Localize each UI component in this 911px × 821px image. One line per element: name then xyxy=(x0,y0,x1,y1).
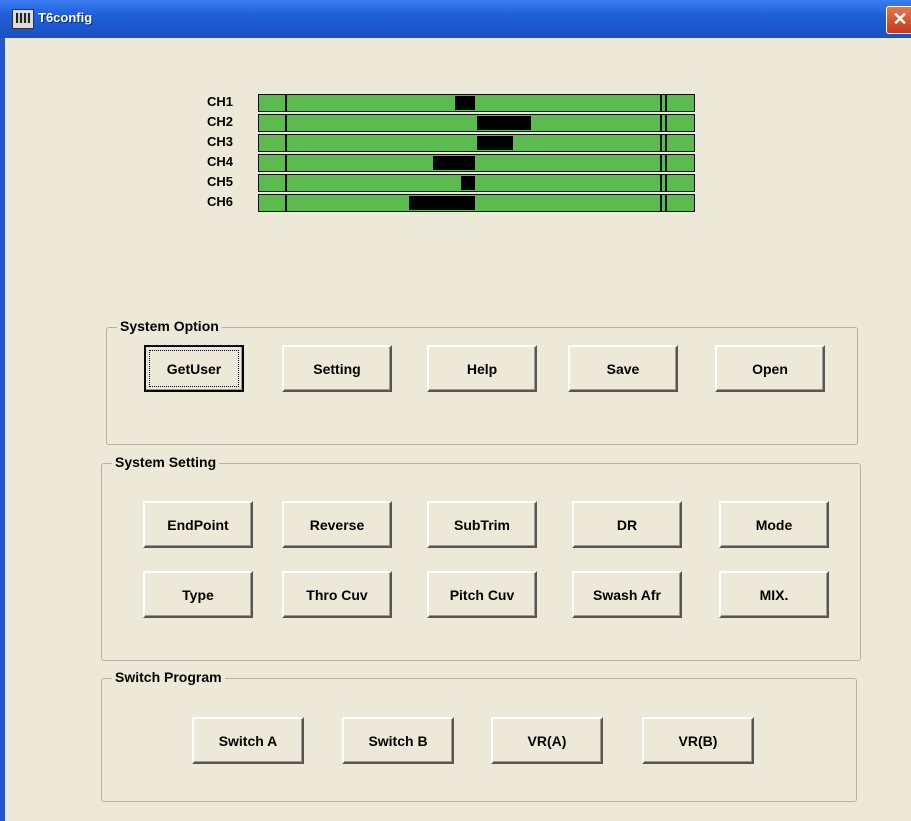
app-icon[interactable] xyxy=(12,9,34,29)
open-button[interactable]: Open xyxy=(715,345,825,392)
system-option-group: System Option GetUser Setting Help Save … xyxy=(106,318,858,445)
close-button[interactable]: ✕ xyxy=(886,6,911,34)
channel-bar-ch6 xyxy=(258,194,695,212)
channel-endpoint-marker xyxy=(660,95,662,111)
channel-position-indicator xyxy=(477,136,513,150)
channel-endpoint-marker xyxy=(665,195,667,211)
window-client-area: CH1 CH2 CH3 CH4 CH5 CH6 System Option Ge… xyxy=(5,38,911,821)
getuser-button[interactable]: GetUser xyxy=(144,345,244,392)
channel-endpoint-marker xyxy=(660,135,662,151)
channel-endpoint-marker xyxy=(660,175,662,191)
endpoint-button[interactable]: EndPoint xyxy=(143,501,253,548)
vr-a-button[interactable]: VR(A) xyxy=(491,717,603,764)
channel-position-indicator xyxy=(477,116,531,130)
channel-endpoint-marker xyxy=(285,195,287,211)
channel-label-ch6: CH6 xyxy=(207,194,234,209)
channel-position-indicator xyxy=(461,176,475,190)
channel-endpoint-marker xyxy=(285,115,287,131)
channel-bar-ch1 xyxy=(258,94,695,112)
switch-b-button[interactable]: Switch B xyxy=(342,717,454,764)
window-title: T6config xyxy=(38,10,93,25)
channel-label-ch4: CH4 xyxy=(207,154,234,169)
switch-program-group: Switch Program Switch A Switch B VR(A) V… xyxy=(101,669,857,802)
thro-cuv-button[interactable]: Thro Cuv xyxy=(282,571,392,618)
channel-endpoint-marker xyxy=(660,195,662,211)
channel-endpoint-marker xyxy=(665,95,667,111)
channel-endpoint-marker xyxy=(665,175,667,191)
channel-position-indicator xyxy=(433,156,475,170)
group-title: Switch Program xyxy=(112,669,225,685)
channel-label-ch2: CH2 xyxy=(207,114,234,129)
channel-label-ch1: CH1 xyxy=(207,94,234,109)
channel-endpoint-marker xyxy=(665,115,667,131)
group-title: System Setting xyxy=(112,454,220,470)
channel-endpoint-marker xyxy=(665,155,667,171)
channel-label-ch3: CH3 xyxy=(207,134,234,149)
focus-ring xyxy=(149,350,239,387)
channel-endpoint-marker xyxy=(285,135,287,151)
channel-bar-ch5 xyxy=(258,174,695,192)
channel-endpoint-marker xyxy=(660,115,662,131)
channel-position-indicator xyxy=(409,196,475,210)
reverse-button[interactable]: Reverse xyxy=(282,501,392,548)
channel-bar-ch3 xyxy=(258,134,695,152)
group-title: System Option xyxy=(117,318,222,334)
channel-endpoint-marker xyxy=(285,95,287,111)
save-button[interactable]: Save xyxy=(568,345,678,392)
dr-button[interactable]: DR xyxy=(572,501,682,548)
mode-button[interactable]: Mode xyxy=(719,501,829,548)
channel-position-indicator xyxy=(455,96,475,110)
setting-button[interactable]: Setting xyxy=(282,345,392,392)
system-setting-group: System Setting EndPoint Reverse SubTrim … xyxy=(101,454,861,661)
switch-a-button[interactable]: Switch A xyxy=(192,717,304,764)
type-button[interactable]: Type xyxy=(143,571,253,618)
channel-endpoint-marker xyxy=(665,135,667,151)
channel-label-ch5: CH5 xyxy=(207,174,234,189)
mix-button[interactable]: MIX. xyxy=(719,571,829,618)
channel-endpoint-marker xyxy=(285,155,287,171)
channel-bar-ch4 xyxy=(258,154,695,172)
title-bar: T6config ✕ xyxy=(0,0,911,38)
subtrim-button[interactable]: SubTrim xyxy=(427,501,537,548)
channel-bar-ch2 xyxy=(258,114,695,132)
help-button[interactable]: Help xyxy=(427,345,537,392)
pitch-cuv-button[interactable]: Pitch Cuv xyxy=(427,571,537,618)
channel-endpoint-marker xyxy=(285,175,287,191)
swash-afr-button[interactable]: Swash Afr xyxy=(572,571,682,618)
channel-endpoint-marker xyxy=(660,155,662,171)
vr-b-button[interactable]: VR(B) xyxy=(642,717,754,764)
